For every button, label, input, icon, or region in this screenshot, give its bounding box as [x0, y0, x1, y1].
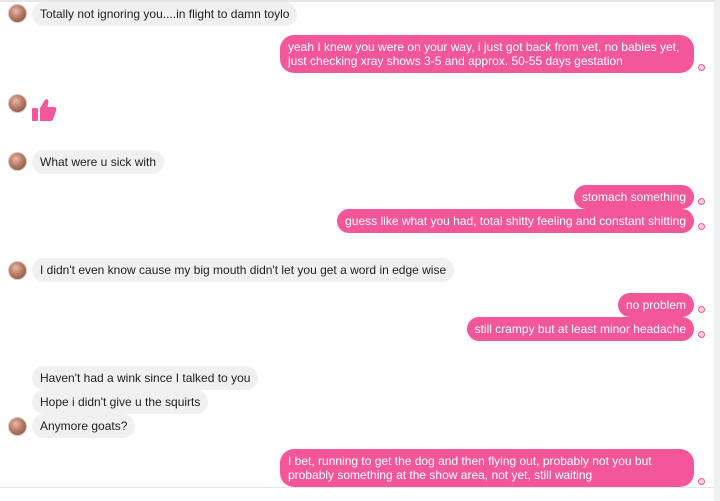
seen-indicator-icon — [698, 64, 705, 71]
message-outgoing[interactable]: I bet, running to get the dog and then f… — [280, 449, 694, 487]
message-incoming[interactable]: What were u sick with — [32, 150, 165, 174]
seen-indicator-icon — [698, 198, 705, 205]
scrollbar-track[interactable] — [714, 0, 720, 501]
seen-indicator-icon — [698, 223, 705, 230]
contact-avatar[interactable] — [8, 417, 27, 436]
contact-avatar[interactable] — [8, 261, 27, 280]
thumbs-up-icon[interactable] — [31, 98, 57, 122]
seen-indicator-icon — [698, 331, 705, 338]
message-outgoing[interactable]: still crampy but at least minor headache — [466, 317, 694, 341]
message-incoming[interactable]: I didn't even know cause my big mouth di… — [32, 258, 455, 282]
message-outgoing[interactable]: yeah I knew you were on your way, i just… — [280, 35, 694, 73]
seen-indicator-icon — [698, 306, 705, 313]
seen-indicator-icon — [698, 478, 705, 485]
contact-avatar[interactable] — [8, 94, 27, 113]
message-incoming[interactable]: Haven't had a wink since I talked to you — [32, 366, 259, 390]
contact-avatar[interactable] — [8, 152, 27, 171]
message-outgoing[interactable]: guess like what you had, total shitty fe… — [337, 209, 694, 233]
message-incoming[interactable]: Totally not ignoring you....in flight to… — [32, 2, 298, 26]
message-outgoing[interactable]: no problem — [617, 293, 694, 317]
contact-avatar[interactable] — [8, 4, 27, 23]
message-outgoing[interactable]: stomach something — [573, 185, 694, 209]
message-incoming[interactable]: Hope i didn't give u the squirts — [32, 390, 209, 414]
composer-divider — [0, 487, 714, 488]
message-incoming[interactable]: Anymore goats? — [32, 414, 136, 438]
